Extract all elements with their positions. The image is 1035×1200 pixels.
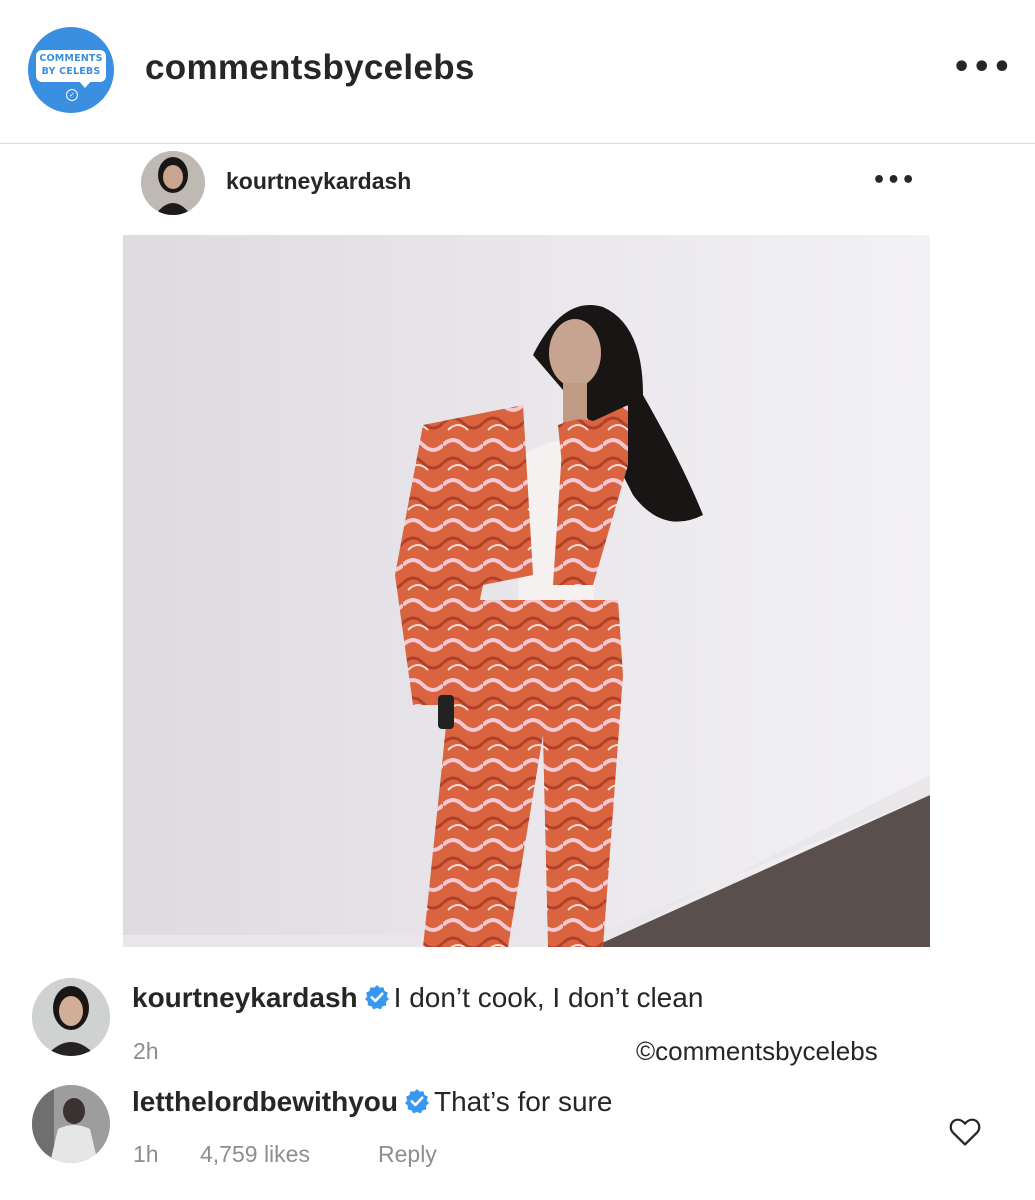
comment-timestamp: 2h xyxy=(133,1038,159,1064)
comment-likes-count[interactable]: 4,759 likes xyxy=(200,1141,310,1168)
reply-button[interactable]: Reply xyxy=(378,1141,437,1168)
post-author-username[interactable]: kourtneykardash xyxy=(226,168,411,195)
comment-text-line: letthelordbewithyou That’s for sure xyxy=(132,1086,612,1118)
comment-text: That’s for sure xyxy=(434,1086,613,1117)
page-header: COMMENTS BY CELEBS ✓ commentsbycelebs ••… xyxy=(0,0,1035,144)
logo-text: COMMENTS BY CELEBS xyxy=(39,53,103,77)
comments-by-celebs-logo[interactable]: COMMENTS BY CELEBS ✓ xyxy=(28,27,114,113)
like-heart-icon[interactable] xyxy=(948,1115,982,1147)
comment-timestamp: 1h xyxy=(133,1141,159,1167)
comment-username[interactable]: kourtneykardash xyxy=(132,982,358,1013)
post-more-options-icon[interactable]: ••• xyxy=(872,168,916,193)
logo-check-icon: ✓ xyxy=(66,89,78,101)
watermark-text: ©commentsbycelebs xyxy=(636,1036,878,1066)
more-options-icon[interactable]: ••• xyxy=(952,50,1013,85)
comment-author-avatar[interactable] xyxy=(32,1085,110,1163)
post-author-avatar[interactable] xyxy=(141,151,205,215)
comment-text: I don’t cook, I don’t clean xyxy=(393,982,704,1013)
account-name[interactable]: commentsbycelebs xyxy=(145,48,475,88)
comment-author-avatar[interactable] xyxy=(32,978,110,1056)
verified-badge-icon xyxy=(364,984,390,1010)
comment-text-line: kourtneykardash I don’t cook, I don’t cle… xyxy=(132,982,703,1014)
verified-badge-icon xyxy=(404,1088,430,1114)
post-photo[interactable] xyxy=(123,235,930,947)
comment-username[interactable]: letthelordbewithyou xyxy=(132,1086,398,1117)
